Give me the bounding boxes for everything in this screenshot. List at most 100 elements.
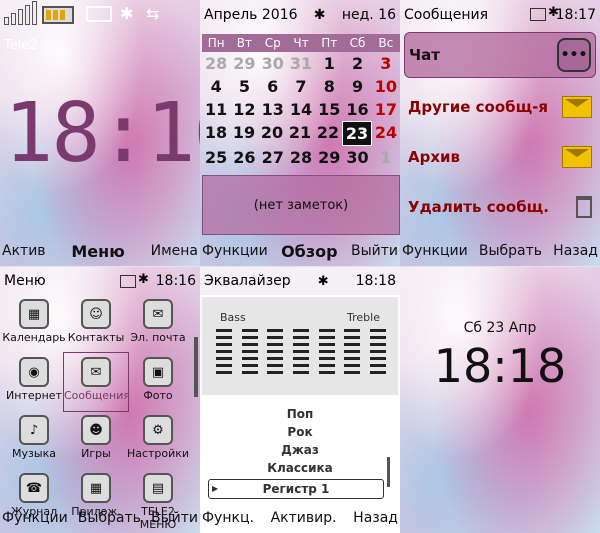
calendar-day[interactable]: 5 (230, 75, 258, 98)
calendar-day[interactable]: 12 (230, 98, 258, 121)
menu-item[interactable]: ⚙ Настройки (126, 411, 190, 469)
menu-item-label: Сообщения (64, 389, 131, 402)
menu-scrollbar[interactable] (194, 337, 198, 397)
battery-icon (42, 6, 74, 24)
menu-item-icon: ☻ (81, 415, 111, 445)
softkey-right[interactable]: Назад (553, 243, 598, 259)
menu-item[interactable]: ☻ Игры (64, 411, 128, 469)
calendar-day[interactable]: 9 (343, 75, 371, 98)
envelope-icon (86, 6, 112, 22)
messages-item-other[interactable]: Другие сообщ-я (404, 84, 596, 130)
menu-item-label: Настройки (126, 447, 190, 460)
menu-item[interactable]: ◉ Интернет (2, 353, 66, 411)
chat-icon: ••• (557, 38, 591, 72)
envelope-icon (530, 8, 546, 21)
calendar-day[interactable]: 14 (287, 98, 315, 121)
softkey-middle[interactable]: Меню (71, 242, 124, 261)
messages-item-chat[interactable]: Чат ••• (404, 32, 596, 78)
menu-item-icon: ◉ (19, 357, 49, 387)
calendar-day[interactable]: 19 (230, 121, 258, 144)
menu-item[interactable]: ✉ Эл. почта (126, 295, 190, 353)
calendar-day[interactable]: 31 (287, 52, 315, 75)
preset-list: ПопРокДжазКлассика Регистр 1 (202, 405, 398, 499)
menu-item[interactable]: ✉ Сообщения (63, 352, 131, 412)
softkey-right[interactable]: Выйти (151, 510, 198, 526)
menu-item[interactable]: ▦ Календарь (2, 295, 66, 353)
preset-item[interactable]: Рок (202, 423, 398, 441)
calendar-day[interactable]: 29 (315, 146, 343, 169)
equalizer-band[interactable] (369, 329, 386, 374)
calendar-day[interactable]: 6 (259, 75, 287, 98)
menu-item[interactable]: ▣ Фото (126, 353, 190, 411)
equalizer-band[interactable] (344, 329, 361, 374)
calendar-day[interactable]: 22 (314, 121, 342, 144)
calendar-day[interactable]: 18 (202, 121, 230, 144)
calendar-day[interactable]: 28 (287, 146, 315, 169)
preset-scrollbar[interactable] (387, 457, 390, 487)
calendar-day[interactable]: 20 (258, 121, 286, 144)
bluetooth-icon: ✱ (120, 4, 134, 23)
menu-item-label: Календарь (2, 331, 66, 344)
menu-item[interactable]: ♪ Музыка (2, 411, 66, 469)
menu-item-icon: ♪ (19, 415, 49, 445)
calendar-day[interactable]: 23 (342, 121, 372, 146)
preset-item[interactable]: Поп (202, 405, 398, 423)
calendar-day[interactable]: 2 (343, 52, 371, 75)
calendar-day[interactable]: 7 (287, 75, 315, 98)
softkey-left[interactable]: Функции (402, 243, 468, 259)
menu-item-label: Эл. почта (130, 331, 186, 344)
calendar-day[interactable]: 24 (372, 121, 400, 144)
calendar-day[interactable]: 1 (315, 52, 343, 75)
softkey-middle[interactable]: Выбрать (479, 243, 542, 259)
calendar-day[interactable]: 21 (286, 121, 314, 144)
softkey-left[interactable]: Актив (2, 243, 46, 259)
bluetooth-icon: ✱ (313, 7, 326, 23)
softkey-middle[interactable]: Выбрать (78, 510, 141, 526)
calendar-day[interactable]: 1 (372, 146, 400, 169)
calendar-day[interactable]: 8 (315, 75, 343, 98)
softkey-left[interactable]: Функции (202, 243, 268, 259)
equalizer-levels: Bass Treble (202, 297, 398, 395)
equalizer-band[interactable] (267, 329, 284, 374)
equalizer-band[interactable] (292, 329, 309, 374)
softkey-right[interactable]: Имена (151, 243, 198, 259)
calendar-day[interactable]: 13 (259, 98, 287, 121)
calendar-day[interactable]: 26 (230, 146, 258, 169)
equalizer-band[interactable] (318, 329, 335, 374)
calendar-week-row: 11 12 13 14 15 16 17 (202, 98, 400, 121)
equalizer-band[interactable] (241, 329, 258, 374)
menu-item-icon: ▤ (143, 473, 173, 503)
calendar-day[interactable]: 30 (343, 146, 371, 169)
home-screen: ✱ ⇆ Tele2 18:16 Актив Меню Имена (0, 0, 200, 266)
softkey-middle[interactable]: Обзор (281, 242, 338, 261)
calendar-day[interactable]: 16 (343, 98, 371, 121)
messages-item-delete[interactable]: Удалить сообщ. (404, 184, 596, 230)
preset-item[interactable]: Регистр 1 (208, 479, 384, 499)
equalizer-band[interactable] (216, 329, 232, 374)
messages-item-archive[interactable]: Архив (404, 134, 596, 180)
softkey-left[interactable]: Функции (2, 510, 68, 526)
calendar-day[interactable]: 29 (230, 52, 258, 75)
calendar-day[interactable]: 30 (259, 52, 287, 75)
softkey-right[interactable]: Выйти (351, 243, 398, 259)
calendar-day[interactable]: 15 (315, 98, 343, 121)
calendar-day[interactable]: 11 (202, 98, 230, 121)
preset-item[interactable]: Джаз (202, 441, 398, 459)
softkey-middle[interactable]: Активир. (271, 510, 337, 526)
calendar-day[interactable]: 27 (259, 146, 287, 169)
calendar-softkeys: Функции Обзор Выйти (200, 240, 400, 262)
calendar-notes: (нет заметок) (202, 175, 400, 235)
calendar-week-row: 18 19 20 21 22 23 24 (202, 121, 400, 146)
menu-item[interactable]: ☺ Контакты (64, 295, 128, 353)
trash-icon (576, 196, 592, 218)
softkey-right[interactable]: Назад (353, 510, 398, 526)
calendar-day[interactable]: 17 (372, 98, 400, 121)
calendar-day[interactable]: 10 (372, 75, 400, 98)
calendar-day[interactable]: 4 (202, 75, 230, 98)
softkey-left[interactable]: Функц. (202, 510, 254, 526)
calendar-day[interactable]: 25 (202, 146, 230, 169)
lock-screen: Сб 23 Апр 18:18 (400, 267, 600, 533)
calendar-day[interactable]: 3 (372, 52, 400, 75)
calendar-day[interactable]: 28 (202, 52, 230, 75)
preset-item[interactable]: Классика (202, 459, 398, 477)
